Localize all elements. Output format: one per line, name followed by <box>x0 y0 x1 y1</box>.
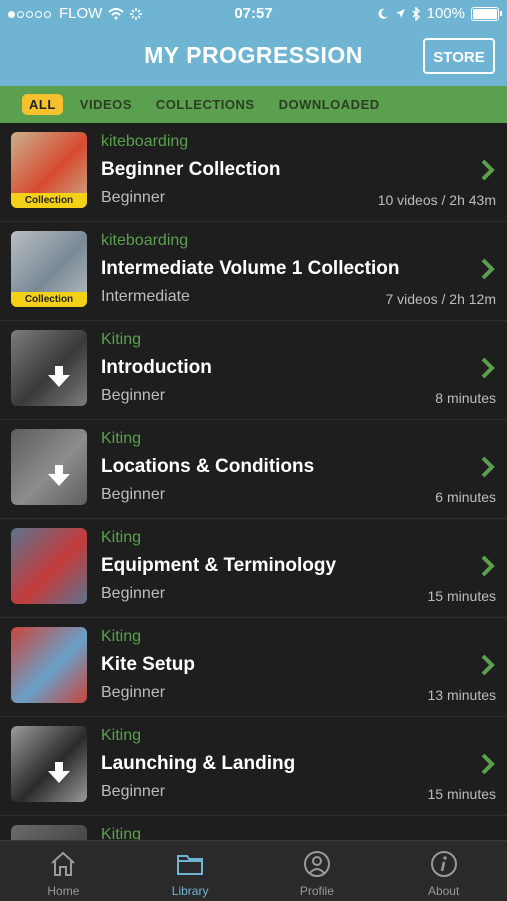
chevron-right-icon <box>481 753 495 775</box>
download-icon[interactable] <box>46 761 72 785</box>
item-title: Beginner Collection <box>101 159 281 180</box>
item-title: Introduction <box>101 357 212 378</box>
chevron-right-icon <box>481 654 495 676</box>
chevron-right-icon <box>481 555 495 577</box>
chevron-right-icon <box>481 456 495 478</box>
info-icon <box>430 851 457 877</box>
item-title: Launching & Landing <box>101 753 296 774</box>
tab-label: Home <box>47 884 80 898</box>
list-item[interactable]: Kiting Kite Setup Beginner 13 minutes <box>0 618 507 717</box>
collection-badge: Collection <box>11 292 87 307</box>
chevron-right-icon <box>481 258 495 280</box>
moon-icon <box>378 8 388 19</box>
item-category: Kiting <box>101 430 142 447</box>
battery-percent: 100% <box>426 5 465 22</box>
list-item[interactable]: Kiting Introduction Beginner 8 minutes <box>0 321 507 420</box>
list-item[interactable]: Kiting Launching & Landing Beginner 15 m… <box>0 717 507 816</box>
item-level: Beginner <box>101 783 166 800</box>
item-level: Beginner <box>101 684 166 701</box>
download-icon[interactable] <box>46 464 72 488</box>
item-meta: 10 videos / 2h 43m <box>377 192 496 208</box>
battery-icon <box>471 6 502 21</box>
item-meta: 13 minutes <box>427 687 496 703</box>
filter-all[interactable]: ALL <box>22 94 63 115</box>
item-meta: 15 minutes <box>427 588 496 604</box>
tab-label: Profile <box>299 884 334 898</box>
list-item[interactable]: Kiting Locations & Conditions Beginner 6… <box>0 420 507 519</box>
item-category: Kiting <box>101 826 142 840</box>
tab-profile[interactable]: Profile <box>254 841 381 901</box>
item-category: kiteboarding <box>101 133 189 150</box>
filter-collections[interactable]: COLLECTIONS <box>149 94 262 115</box>
profile-icon <box>303 851 330 877</box>
item-category: Kiting <box>101 628 142 645</box>
item-level: Beginner <box>101 387 166 404</box>
tab-library[interactable]: Library <box>127 841 254 901</box>
filter-videos[interactable]: VIDEOS <box>73 94 139 115</box>
tab-label: Library <box>171 884 209 898</box>
item-level: Beginner <box>101 585 166 602</box>
tab-about[interactable]: About <box>380 841 507 901</box>
item-meta: 15 minutes <box>427 786 496 802</box>
chevron-right-icon <box>481 159 495 181</box>
folder-icon <box>177 855 204 875</box>
status-bar: FLOW 07:57 100% <box>0 0 507 28</box>
library-list: Collection kiteboarding Beginner Collect… <box>0 123 507 840</box>
item-level: Intermediate <box>101 288 190 305</box>
item-category: Kiting <box>101 529 142 546</box>
item-meta: 8 minutes <box>435 390 496 406</box>
filter-downloaded[interactable]: DOWNLOADED <box>272 94 387 115</box>
item-title: Intermediate Volume 1 Collection <box>101 258 400 279</box>
bluetooth-icon <box>412 6 420 21</box>
list-item[interactable]: Collection kiteboarding Beginner Collect… <box>0 123 507 222</box>
location-icon <box>395 9 405 18</box>
tab-label: About <box>427 884 460 898</box>
store-button[interactable]: STORE <box>423 38 495 74</box>
download-icon[interactable] <box>46 365 72 389</box>
item-title: Kite Setup <box>101 654 195 675</box>
item-category: Kiting <box>101 727 142 744</box>
item-category: Kiting <box>101 331 142 348</box>
thumbnail <box>11 528 87 604</box>
item-category: kiteboarding <box>101 232 189 249</box>
thumbnail: Collection <box>11 231 87 307</box>
filter-bar: ALL VIDEOS COLLECTIONS DOWNLOADED <box>0 86 507 123</box>
tab-bar: Home Library Profile About <box>0 840 507 901</box>
app-header: MY PROGRESSION STORE <box>0 28 507 86</box>
thumbnail <box>11 627 87 703</box>
chevron-right-icon <box>481 357 495 379</box>
thumbnail <box>11 825 87 840</box>
thumbnail: Collection <box>11 132 87 208</box>
list-item[interactable]: Kiting Equipment & Terminology Beginner … <box>0 519 507 618</box>
list-item[interactable]: Kiting <box>0 816 507 840</box>
collection-badge: Collection <box>11 193 87 208</box>
tab-home[interactable]: Home <box>0 841 127 901</box>
item-meta: 7 videos / 2h 12m <box>385 291 496 307</box>
home-icon <box>51 851 76 876</box>
item-title: Equipment & Terminology <box>101 555 337 576</box>
item-meta: 6 minutes <box>435 489 496 505</box>
item-level: Beginner <box>101 486 166 503</box>
list-item[interactable]: Collection kiteboarding Intermediate Vol… <box>0 222 507 321</box>
item-level: Beginner <box>101 189 166 206</box>
item-title: Locations & Conditions <box>101 456 315 477</box>
